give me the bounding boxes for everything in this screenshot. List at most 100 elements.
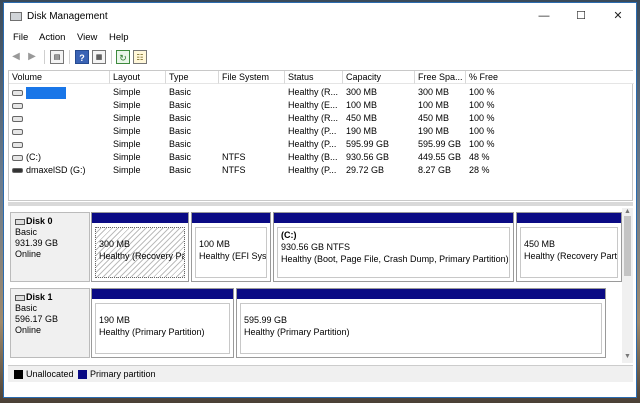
disk-management-window: Disk Management — ☐ ✕ File Action View H… xyxy=(3,2,637,398)
toolbar-separator xyxy=(69,50,70,64)
column-header-free-space[interactable]: Free Spa... xyxy=(415,71,466,84)
partition-type-bar xyxy=(192,213,270,223)
partition-details: (C:) 930.56 GB NTFS Healthy (Boot, Page … xyxy=(277,227,510,278)
column-header-file-system[interactable]: File System xyxy=(219,71,285,84)
partition-status: Healthy (Primary Partition) xyxy=(99,327,205,337)
disk-graphical-view: Disk 0 Basic 931.39 GB Online 300 MB Hea… xyxy=(8,208,622,363)
partition-type-bar xyxy=(92,213,188,223)
partition-disk1-primary-595gb[interactable]: 595.99 GB Healthy (Primary Partition) xyxy=(236,288,606,358)
disk-size: 931.39 GB xyxy=(15,238,59,248)
partition-disk0-recovery-450mb[interactable]: 450 MB Healthy (Recovery Parti xyxy=(516,212,622,282)
type-cell: Basic xyxy=(169,87,192,97)
console-tree-icon[interactable]: ▤ xyxy=(50,50,64,64)
disk-type: Basic xyxy=(15,227,38,237)
column-header-volume[interactable]: Volume xyxy=(9,71,110,84)
maximize-button[interactable]: ☐ xyxy=(561,7,601,25)
disk-management-app-icon xyxy=(10,12,22,21)
fs-cell xyxy=(219,125,285,138)
volume-row[interactable]: Simple Basic Healthy (R... 300 MB 300 MB… xyxy=(9,86,632,99)
scroll-up-icon[interactable]: ▲ xyxy=(622,208,633,215)
disk-size: 596.17 GB xyxy=(15,314,59,324)
status-cell: Healthy (P... xyxy=(288,139,337,149)
fs-cell: NTFS xyxy=(222,152,246,162)
partition-disk1-primary-190mb[interactable]: 190 MB Healthy (Primary Partition) xyxy=(91,288,234,358)
menu-file[interactable]: File xyxy=(13,32,28,43)
disk-1-info[interactable]: Disk 1 Basic 596.17 GB Online xyxy=(10,288,90,358)
percent-free-cell: 48 % xyxy=(469,152,490,162)
partition-type-bar xyxy=(274,213,513,223)
back-arrow-icon[interactable]: ◀ xyxy=(9,50,23,64)
type-cell: Basic xyxy=(169,100,192,110)
disk-0-info[interactable]: Disk 0 Basic 931.39 GB Online xyxy=(10,212,90,282)
pane-splitter[interactable] xyxy=(8,202,633,206)
percent-free-cell: 100 % xyxy=(469,87,495,97)
forward-arrow-icon[interactable]: ▶ xyxy=(25,50,39,64)
partition-details: 595.99 GB Healthy (Primary Partition) xyxy=(240,303,602,354)
type-cell: Basic xyxy=(169,113,192,123)
column-header-type[interactable]: Type xyxy=(166,71,219,84)
status-cell: Healthy (R... xyxy=(288,113,339,123)
legend-unallocated-label: Unallocated xyxy=(26,369,74,379)
column-header-capacity[interactable]: Capacity xyxy=(343,71,415,84)
drive-icon xyxy=(12,128,23,135)
legend-primary-partition-label: Primary partition xyxy=(90,369,156,379)
primary-partition-swatch xyxy=(78,370,87,379)
disk-name: Disk 0 xyxy=(26,216,53,226)
type-cell: Basic xyxy=(169,139,192,149)
partition-size: 300 MB xyxy=(99,239,131,249)
scroll-down-icon[interactable]: ▼ xyxy=(622,353,633,360)
capacity-cell: 930.56 GB xyxy=(346,152,390,162)
menu-bar: File Action View Help xyxy=(4,30,636,46)
column-header-status[interactable]: Status xyxy=(285,71,343,84)
legend-bar: Unallocated Primary partition xyxy=(8,365,633,382)
percent-free-cell: 100 % xyxy=(469,113,495,123)
partition-label: (C:) xyxy=(281,230,297,240)
partition-size: 930.56 GB NTFS xyxy=(281,242,351,252)
partition-disk0-efi-100mb[interactable]: 100 MB Healthy (EFI Syste xyxy=(191,212,271,282)
drive-icon xyxy=(12,89,23,96)
drive-icon xyxy=(12,102,23,109)
volume-row[interactable]: Simple Basic Healthy (P... 595.99 GB 595… xyxy=(9,138,632,151)
drive-icon xyxy=(12,154,23,161)
capacity-cell: 190 MB xyxy=(346,126,378,136)
partition-disk0-recovery-300mb[interactable]: 300 MB Healthy (Recovery Parti xyxy=(91,212,189,282)
details-pane-icon[interactable]: ▦ xyxy=(92,50,106,64)
free-space-cell: 595.99 GB xyxy=(418,139,462,149)
toolbar: ◀ ▶ ▤ ? ▦ ↻ ☷ xyxy=(4,48,636,66)
disk-icon xyxy=(15,294,25,301)
close-button[interactable]: ✕ xyxy=(598,7,638,25)
column-header-layout[interactable]: Layout xyxy=(110,71,166,84)
capacity-cell: 29.72 GB xyxy=(346,165,385,175)
capacity-cell: 100 MB xyxy=(346,100,378,110)
minimize-button[interactable]: — xyxy=(524,7,564,25)
layout-cell: Simple xyxy=(113,87,141,97)
volume-row[interactable]: Simple Basic Healthy (R... 450 MB 450 MB… xyxy=(9,112,632,125)
partition-disk0-c-drive[interactable]: (C:) 930.56 GB NTFS Healthy (Boot, Page … xyxy=(273,212,514,282)
volume-row[interactable]: Simple Basic Healthy (E... 100 MB 100 MB… xyxy=(9,99,632,112)
properties-icon[interactable]: ☷ xyxy=(133,50,147,64)
partition-size: 190 MB xyxy=(99,315,131,325)
menu-action[interactable]: Action xyxy=(39,32,65,43)
toolbar-separator xyxy=(44,50,45,64)
help-icon[interactable]: ? xyxy=(75,50,89,64)
menu-view[interactable]: View xyxy=(77,32,97,43)
volume-cell xyxy=(9,86,110,99)
menu-help[interactable]: Help xyxy=(109,32,129,43)
volume-row[interactable]: Simple Basic Healthy (P... 190 MB 190 MB… xyxy=(9,125,632,138)
type-cell: Basic xyxy=(169,165,192,175)
layout-cell: Simple xyxy=(113,165,141,175)
volume-cell xyxy=(9,138,110,151)
volume-row[interactable]: (C:) Simple Basic NTFS Healthy (B... 930… xyxy=(9,151,632,164)
volume-row[interactable]: dmaxelSD (G:) Simple Basic NTFS Healthy … xyxy=(9,164,632,177)
percent-free-cell: 100 % xyxy=(469,139,495,149)
partition-type-bar xyxy=(92,289,233,299)
partition-details: 300 MB Healthy (Recovery Parti xyxy=(95,227,185,278)
disk-view-scrollbar[interactable]: ▲ ▼ xyxy=(622,208,633,363)
partition-size: 450 MB xyxy=(524,239,556,249)
scrollbar-thumb[interactable] xyxy=(624,216,631,276)
fs-cell xyxy=(219,112,285,125)
layout-cell: Simple xyxy=(113,113,141,123)
partition-status: Healthy (Primary Partition) xyxy=(244,327,350,337)
refresh-icon[interactable]: ↻ xyxy=(116,50,130,64)
column-header-percent-free[interactable]: % Free xyxy=(466,71,634,84)
